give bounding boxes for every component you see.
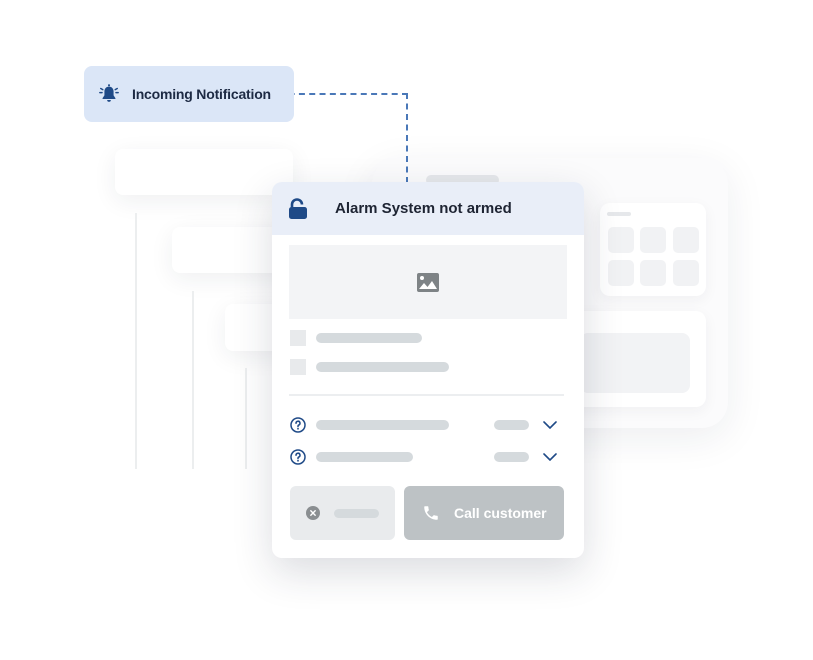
image-icon [417,273,439,292]
incoming-notification[interactable]: Incoming Notification [84,66,294,122]
unlocked-padlock-icon [289,198,307,219]
dismiss-label-skeleton [334,509,379,518]
grid-cell [673,260,699,286]
skeleton-text [316,452,413,462]
dismiss-button[interactable] [290,486,395,540]
skeleton-square [290,359,306,375]
grid-cell [640,260,666,286]
grid-cell [640,227,666,253]
tree-connector-line [245,368,247,469]
tree-node-1 [115,149,293,195]
card-header: Alarm System not armed [272,182,584,235]
card-title: Alarm System not armed [335,200,512,217]
help-circle-icon [290,417,306,433]
grid-cell [673,227,699,253]
tree-connector-line [192,291,194,469]
notification-label: Incoming Notification [132,86,271,102]
tree-connector-line [135,213,137,469]
grid-cell [608,227,634,253]
skeleton-text [316,420,449,430]
skeleton-text [316,362,449,372]
grid-cell [608,260,634,286]
skeleton-text [316,333,422,343]
skeleton-value [494,420,529,430]
wide-widget-skeleton [580,333,690,393]
phone-icon [424,506,438,520]
skeleton-square [290,330,306,346]
connector-line-vertical [406,93,408,183]
chevron-down-icon[interactable] [543,453,557,461]
help-circle-icon [290,449,306,465]
grid-widget [600,203,706,296]
grid-widget-label-skeleton [607,212,631,216]
call-customer-button[interactable]: Call customer [404,486,564,540]
divider [289,394,564,396]
bell-icon [99,84,119,102]
call-customer-label: Call customer [454,505,547,521]
alarm-card: Alarm System not armed Call customer [272,182,584,558]
chevron-down-icon[interactable] [543,421,557,429]
skeleton-value [494,452,529,462]
close-circle-icon [306,506,320,520]
